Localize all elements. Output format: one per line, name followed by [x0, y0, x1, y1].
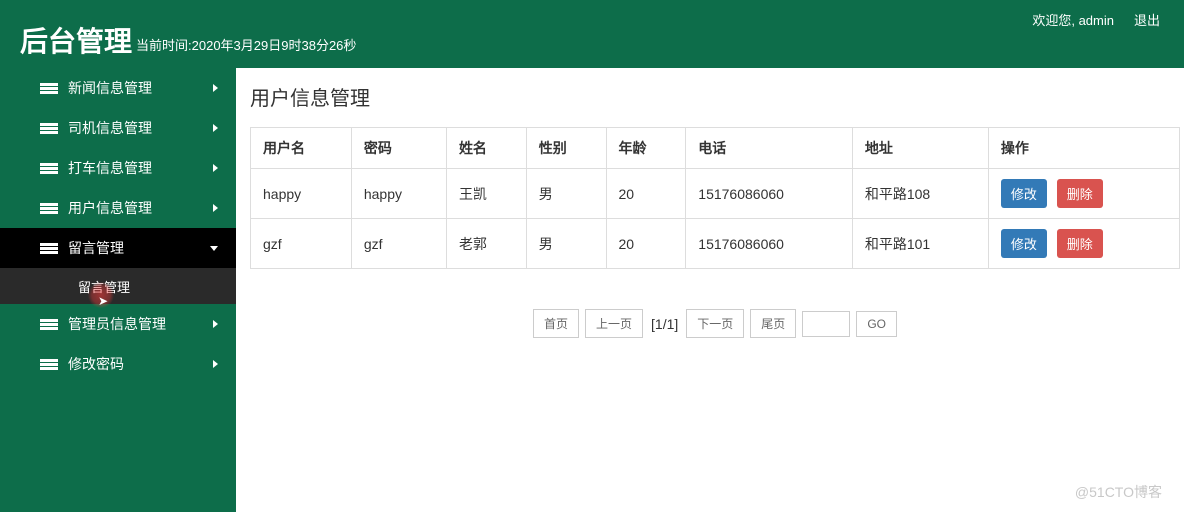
prev-page-button[interactable]: 上一页	[585, 309, 643, 338]
chevron-right-icon	[213, 164, 218, 172]
sidebar-item-label: 留言管理	[68, 238, 124, 258]
go-button[interactable]: GO	[856, 311, 897, 337]
sidebar-item-user[interactable]: 用户信息管理	[0, 188, 236, 228]
col-gender: 性别	[526, 128, 606, 169]
chevron-down-icon	[210, 246, 218, 251]
header-right: 欢迎您, admin 退出	[1032, 10, 1160, 29]
col-username: 用户名	[251, 128, 352, 169]
sidebar-item-label: 新闻信息管理	[68, 78, 152, 98]
header: 后台管理 当前时间:2020年3月29日9时38分26秒 欢迎您, admin …	[0, 0, 1184, 68]
chevron-right-icon	[213, 360, 218, 368]
submenu-item-label: 留言管理	[78, 277, 130, 296]
delete-button[interactable]: 删除	[1057, 229, 1103, 258]
sidebar-item-label: 管理员信息管理	[68, 314, 166, 334]
sidebar-item-admin[interactable]: 管理员信息管理	[0, 304, 236, 344]
submenu-item-message[interactable]: 留言管理	[0, 268, 236, 304]
welcome-text: 欢迎您, admin	[1032, 10, 1114, 29]
app-title: 后台管理	[20, 28, 132, 56]
page-title: 用户信息管理	[250, 82, 1180, 111]
sidebar-item-label: 用户信息管理	[68, 198, 152, 218]
page-info: [1/1]	[651, 316, 678, 332]
col-password: 密码	[351, 128, 446, 169]
col-age: 年龄	[606, 128, 686, 169]
col-phone: 电话	[686, 128, 853, 169]
content: 用户信息管理 用户名 密码 姓名 性别 年龄 电话 地址 操作 happy ha…	[236, 68, 1184, 512]
col-address: 地址	[852, 128, 988, 169]
sidebar-item-label: 修改密码	[68, 354, 124, 374]
pagination: 首页 上一页 [1/1] 下一页 尾页 GO	[250, 309, 1180, 338]
sidebar-item-news[interactable]: 新闻信息管理	[0, 68, 236, 108]
sidebar-item-label: 司机信息管理	[68, 118, 152, 138]
chevron-right-icon	[213, 204, 218, 212]
sidebar-item-message[interactable]: 留言管理	[0, 228, 236, 268]
current-time: 当前时间:2020年3月29日9时38分26秒	[136, 35, 356, 54]
next-page-button[interactable]: 下一页	[686, 309, 744, 338]
sidebar: 新闻信息管理 司机信息管理 打车信息管理 用户信息管理 留言管理 留言管理	[0, 68, 236, 512]
col-actions: 操作	[988, 128, 1179, 169]
edit-button[interactable]: 修改	[1001, 179, 1047, 208]
user-table: 用户名 密码 姓名 性别 年龄 电话 地址 操作 happy happy 王凯 …	[250, 127, 1180, 269]
sidebar-item-label: 打车信息管理	[68, 158, 152, 178]
sidebar-item-password[interactable]: 修改密码	[0, 344, 236, 384]
sidebar-item-driver[interactable]: 司机信息管理	[0, 108, 236, 148]
delete-button[interactable]: 删除	[1057, 179, 1103, 208]
page-input[interactable]	[802, 311, 850, 337]
chevron-right-icon	[213, 320, 218, 328]
logout-link[interactable]: 退出	[1134, 10, 1160, 29]
chevron-right-icon	[213, 84, 218, 92]
col-name: 姓名	[446, 128, 526, 169]
edit-button[interactable]: 修改	[1001, 229, 1047, 258]
table-row: gzf gzf 老郭 男 20 15176086060 和平路101 修改 删除	[251, 219, 1180, 269]
watermark: @51CTO博客	[1075, 482, 1162, 502]
last-page-button[interactable]: 尾页	[750, 309, 796, 338]
chevron-right-icon	[213, 124, 218, 132]
submenu: 留言管理 ➤	[0, 268, 236, 304]
sidebar-item-taxi[interactable]: 打车信息管理	[0, 148, 236, 188]
table-row: happy happy 王凯 男 20 15176086060 和平路108 修…	[251, 169, 1180, 219]
first-page-button[interactable]: 首页	[533, 309, 579, 338]
